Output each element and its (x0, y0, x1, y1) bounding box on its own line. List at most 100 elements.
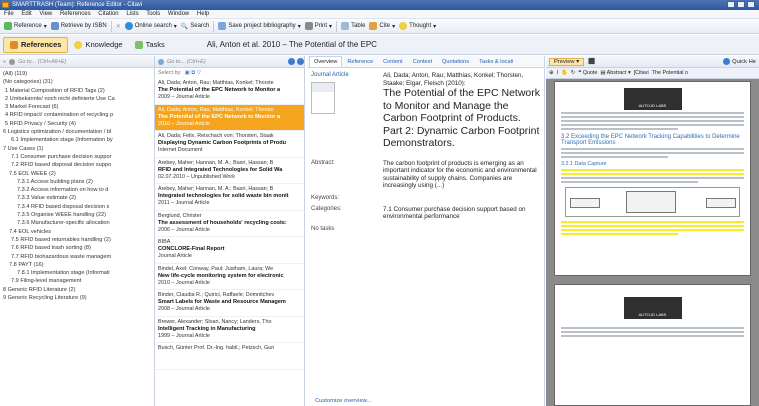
citavi-app-icon (2, 2, 9, 8)
tree-item[interactable]: 7.9 Filing-level management (3, 277, 151, 285)
tab-quotations[interactable]: Quotations (437, 56, 474, 67)
tree-item[interactable]: 7.4 EOL vehicles (3, 228, 151, 236)
menu-edit[interactable]: Edit (21, 11, 31, 17)
online-search-button[interactable]: Online search ▾ (124, 22, 177, 30)
reference-row[interactable]: Bindel, Axel; Conway, Paul; Justham, Lau… (155, 264, 304, 290)
menu-references[interactable]: References (60, 11, 91, 17)
tree-item[interactable]: 7.3.4 RFID based disposal decision s (3, 203, 151, 211)
tree-item[interactable]: 7.8 PAYT (16) (3, 261, 151, 269)
table-button[interactable]: Table (341, 22, 365, 30)
retrieve-isbn-button[interactable]: Retrieve by ISBN (50, 22, 107, 30)
reference-row[interactable]: Berglund, Christer The assessment of hous… (155, 211, 304, 237)
refresh-icon[interactable] (158, 58, 164, 65)
pdf-page[interactable]: AUTO-ID LABS 3.2 Exceeding the EPC Netwo… (554, 81, 751, 276)
reference-row[interactable]: Brewer, Alexander; Sloan, Nancy; Landers… (155, 317, 304, 343)
zoom-icon[interactable]: ⊕ (549, 70, 554, 76)
cite-button[interactable]: Cite ▾ (369, 22, 395, 30)
hand-icon[interactable]: ✋ (561, 70, 568, 76)
reference-row[interactable]: Arebey, Maher; Hannan, M. A.; Basri, Has… (155, 184, 304, 211)
tree-item[interactable]: (No categories) (31) (3, 78, 151, 86)
reference-title: The Potential of the EPC Network to Moni… (383, 87, 540, 149)
cover-thumbnail[interactable] (311, 82, 335, 114)
menu-tools[interactable]: Tools (146, 11, 160, 17)
tree-item[interactable]: 1 Material Composition of RFID Tags (2) (3, 87, 151, 95)
goto-category-input[interactable]: Go to... (Ctrl+Alt+E) (18, 59, 66, 65)
close-button[interactable] (747, 1, 755, 8)
abstract-button[interactable]: ▤ Abstract ▾ (600, 70, 630, 76)
pdf-title-tab[interactable]: The Potential o (652, 70, 688, 76)
next-icon[interactable] (297, 58, 304, 65)
tab-context[interactable]: Context (408, 56, 437, 67)
menu-window[interactable]: Window (168, 11, 189, 17)
tree-item[interactable]: 4 RFID impact/ contamination of recyclin… (3, 111, 151, 119)
reference-type-link[interactable]: Journal Article (311, 72, 383, 78)
reference-row[interactable]: Binder, Claudia R.; Quirici, Raffaele; D… (155, 290, 304, 317)
tree-item[interactable]: 7.6 RFID based trash sorting (8) (3, 244, 151, 252)
tree-item[interactable]: 7.3.5 Organise WEEE handling (22) (3, 211, 151, 219)
tree-item[interactable]: 7.3.1 Access building plans (2) (3, 178, 151, 186)
rotate-icon[interactable]: ↻ (571, 70, 576, 76)
tree-item[interactable]: 5 RFID Privacy / Security (4) (3, 120, 151, 128)
quote-button[interactable]: ❝ Quote (578, 70, 597, 76)
tree-item[interactable]: 6.1 Implementation stage (Information by (3, 136, 151, 144)
tab-content[interactable]: Content (378, 56, 408, 67)
help-icon (723, 58, 731, 65)
menu-help[interactable]: Help (197, 11, 209, 17)
pdf-page[interactable]: AUTO-ID LABS (554, 284, 751, 406)
tab-tasks[interactable]: Tasks (129, 37, 171, 53)
menu-citation[interactable]: Citation (98, 11, 118, 17)
tree-item[interactable]: 9 Generic Recycling Literature (9) (3, 294, 151, 302)
preview-dropdown[interactable]: Preview ▾ (549, 57, 585, 66)
tree-item[interactable]: (All) (119) (3, 70, 151, 78)
abstract-text[interactable]: The carbon footprint of products is emer… (383, 160, 540, 190)
tree-item[interactable]: 7.8.1 Implementation stage (Informati (3, 269, 151, 277)
menu-view[interactable]: View (39, 11, 52, 17)
pdf-icon[interactable]: ⬛ (588, 59, 595, 65)
tree-item[interactable]: 7.1 Consumer purchase decision suppor (3, 153, 151, 161)
tree-item[interactable]: 7.5 EOL WEEE (2) (3, 170, 151, 178)
delete-button[interactable]: ✕ (116, 23, 121, 30)
add-icon (4, 22, 12, 30)
window-title: SMARTTRASH (Team): Reference Editor - Ci… (12, 2, 143, 8)
reference-row[interactable]: BIBA CONCLORE-Final Report Journal Article (155, 237, 304, 264)
print-button[interactable]: Print ▾ (304, 22, 332, 30)
customize-overview-link[interactable]: Customize overview... (315, 398, 371, 404)
tree-item[interactable]: 7.3.3 Value estimate (2) (3, 194, 151, 202)
tree-item[interactable]: 3 Market Forecast (6) (3, 103, 151, 111)
previous-icon[interactable] (288, 58, 295, 65)
search-button[interactable]: 🔍 Search (181, 23, 210, 30)
tree-item[interactable]: 7 Use Cases (1) (3, 145, 151, 153)
reference-row[interactable]: Busch, Günter Prof. Dr.-Ing. habil.; Pet… (155, 343, 304, 370)
quick-help-link[interactable]: Quick He (723, 58, 756, 65)
tree-item[interactable]: 7.7 RFID biohazardous waste managem (3, 253, 151, 261)
new-reference-button[interactable]: Reference ▾ (4, 22, 47, 30)
tab-references[interactable]: References (3, 36, 69, 53)
tree-item[interactable]: 8 Generic RFID Literature (2) (3, 286, 151, 294)
menu-file[interactable]: File (4, 11, 14, 17)
citavi-button[interactable]: [Citavi (634, 70, 649, 76)
minimize-button[interactable] (727, 1, 735, 8)
tab-overview[interactable]: Overview (309, 56, 343, 67)
menu-lists[interactable]: Lists (126, 11, 138, 17)
collapse-icon[interactable]: « (3, 59, 6, 65)
tree-item[interactable]: 6 Logistics optimization / documentation… (3, 128, 151, 136)
select-text-icon[interactable]: I (557, 70, 559, 76)
tree-item[interactable]: 7.2 RFID based disposal decision suppo (3, 161, 151, 169)
maximize-button[interactable] (737, 1, 745, 8)
tree-item[interactable]: 7.5 RFID based returnables handling (2) (3, 236, 151, 244)
save-bibliography-button[interactable]: Save project bibliography ▾ (218, 22, 301, 30)
tree-item[interactable]: 2 Umbekannte/ noch nicht definierte Use … (3, 95, 151, 103)
goto-reference-input[interactable]: Go to... (Ctrl+E) (167, 59, 206, 65)
tab-reference[interactable]: Reference (342, 56, 378, 67)
tab-knowledge[interactable]: Knowledge (68, 37, 128, 53)
reference-row[interactable]: Ali, Dada; Anton, Rau; Matthias, Konkel;… (155, 78, 304, 105)
tab-tasks-locations[interactable]: Tasks & locati (474, 56, 518, 67)
selection-tools-icon[interactable]: ▣ ⧉ ▽ (185, 70, 201, 76)
reference-row[interactable]: Ali, Dada; Felix, Reischach von; Thorste… (155, 131, 304, 158)
tree-item[interactable]: 7.3.6 Manufacturer-specific allocation (3, 219, 151, 227)
categories-value[interactable]: 7.1 Consumer purchase decision support b… (383, 206, 540, 221)
reference-row-selected[interactable]: Ali, Dada; Anton, Rau; Matthias, Konkel;… (155, 104, 304, 131)
reference-row[interactable]: Arebey, Maher; Hannan, M. A.; Basri, Has… (155, 158, 304, 184)
thought-button[interactable]: Thought ▾ (399, 22, 436, 30)
tree-item[interactable]: 7.3.2 Access information on how to d (3, 186, 151, 194)
